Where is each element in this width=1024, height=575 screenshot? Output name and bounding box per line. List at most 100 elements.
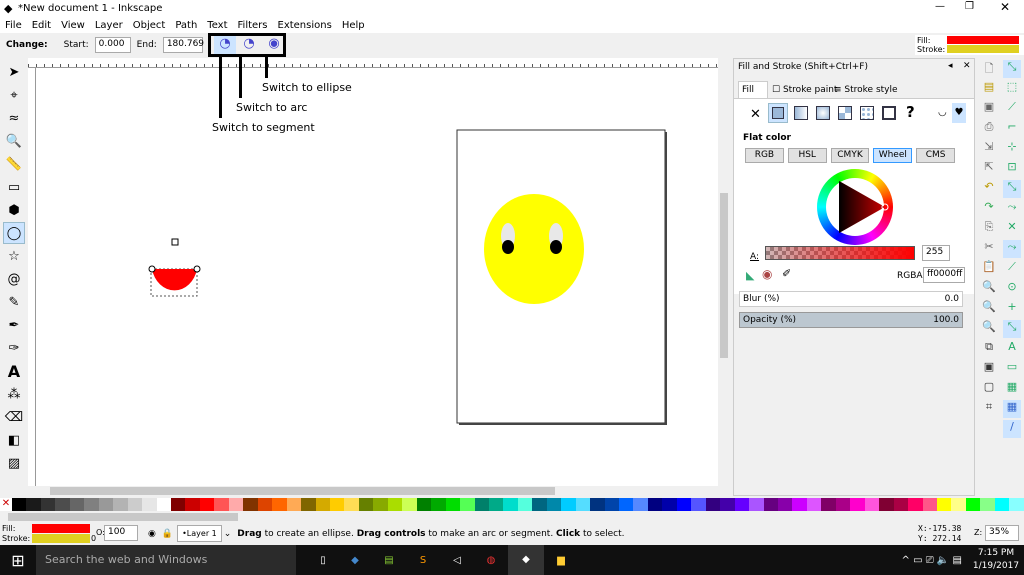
palette-swatch[interactable] [937,498,952,511]
unset-paint-icon[interactable]: ? [906,103,915,121]
zoom-selection-icon[interactable]: 🔍 [980,280,998,298]
palette-swatch[interactable] [619,498,634,511]
fill-swatch[interactable] [947,36,1019,44]
snap-bbox-midpoint-icon[interactable]: ⊹ [1003,140,1021,158]
palette-swatch[interactable] [503,498,518,511]
mode-rgb[interactable]: RGB [745,148,784,163]
palette-swatch[interactable] [590,498,605,511]
menu-edit[interactable]: Edit [27,18,56,33]
palette-swatch[interactable] [474,498,489,511]
dialog-close-icon[interactable]: ✕ [963,61,971,71]
vertical-scroll-thumb[interactable] [720,193,728,358]
tab-stroke-style[interactable]: ≡ Stroke style [832,83,900,97]
3dbox-tool-icon[interactable]: ⬢ [3,199,25,221]
menu-layer[interactable]: Layer [90,18,128,33]
snap-paths-icon[interactable]: ⤳ [1003,200,1021,218]
palette-swatch[interactable] [142,498,157,511]
palette-swatch[interactable] [127,498,143,511]
palette-swatch[interactable] [26,498,41,511]
menu-file[interactable]: File [0,18,27,33]
palette-swatch[interactable] [792,498,807,511]
palette-swatch[interactable] [170,498,186,511]
canvas[interactable] [36,68,718,486]
minimize-button[interactable]: — [935,1,945,12]
snap-grid-icon[interactable]: ▦ [1003,400,1021,418]
palette-swatch[interactable] [431,498,446,511]
palette-swatch[interactable] [416,498,432,511]
color-wheel[interactable] [817,169,893,245]
palette-swatch[interactable] [84,498,99,511]
palette-swatch[interactable] [676,498,692,511]
mode-cmyk[interactable]: CMYK [830,148,870,163]
alpha-input[interactable]: 255 [922,245,950,261]
swatch-icon[interactable] [882,106,896,120]
ellipse-tool-icon[interactable]: ◯ [3,222,25,244]
palette-swatch[interactable] [358,498,374,511]
palette-swatch[interactable] [344,498,359,511]
palette-swatch[interactable] [228,498,244,511]
palette-swatch[interactable] [980,498,995,511]
start-input[interactable]: 0.000 [94,37,131,53]
opacity-input[interactable]: 100 [104,525,138,541]
palette-scrollbar[interactable] [0,512,1024,522]
alpha-slider[interactable] [765,246,915,260]
layer-dropdown[interactable]: •Layer 1 [177,525,222,542]
palette-swatch[interactable] [532,498,547,511]
print-icon[interactable]: ⎙ [980,120,998,138]
palette-swatch[interactable] [69,498,85,511]
ungroup-icon[interactable]: ▢ [980,380,998,398]
undo-icon[interactable]: ↶ [980,180,998,198]
snap-page-grid-icon[interactable]: ▦ [1003,380,1021,398]
palette-swatch[interactable] [272,498,287,511]
palette-swatch[interactable] [561,498,576,511]
gradient-tool-icon[interactable]: ▨ [3,452,25,474]
pattern-icon[interactable] [838,106,852,120]
red-half-ellipse[interactable] [152,269,197,291]
hide-layer-icon[interactable]: ◉ [148,529,156,539]
palette-swatch[interactable] [604,498,620,511]
maximize-button[interactable]: ❐ [965,1,974,12]
ellipse-button[interactable]: ◉ [263,36,285,54]
color-palette[interactable]: ✕ [0,498,1024,511]
palette-swatch[interactable] [749,498,764,511]
snap-smooth-nodes-icon[interactable]: ⤳ [1003,240,1021,258]
palette-swatch[interactable] [575,498,591,511]
snap-bbox-icon[interactable]: ⬚ [1003,80,1021,98]
palette-swatch[interactable] [387,498,403,511]
menu-filters[interactable]: Filters [233,18,273,33]
rgba-input[interactable]: ff0000ff [923,267,965,283]
sublime-icon[interactable]: S [406,555,440,566]
eraser-tool-icon[interactable]: ⌫ [3,406,25,428]
status-fill-swatch[interactable] [32,524,90,533]
xml-editor-icon[interactable]: ⌗ [980,400,998,418]
style-indicator[interactable]: Fill: Stroke: [915,35,1024,55]
mode-wheel[interactable]: Wheel [873,148,913,163]
menu-extensions[interactable]: Extensions [273,18,337,33]
palette-swatch[interactable] [257,498,273,511]
palette-scroll-thumb[interactable] [8,513,238,521]
arc-end-handle[interactable] [193,265,201,273]
menu-path[interactable]: Path [170,18,202,33]
palette-swatch[interactable] [460,498,475,511]
horizontal-scrollbar[interactable] [0,486,730,496]
zoom-drawing-icon[interactable]: 🔍 [980,300,998,318]
eyedropper-icon[interactable]: ✐ [782,267,791,280]
palette-swatch[interactable] [301,498,316,511]
zoom-tool-icon[interactable]: 🔍 [3,130,25,152]
radial-gradient-icon[interactable] [816,106,830,120]
palette-swatch[interactable] [12,498,27,511]
palette-swatch[interactable] [98,498,114,511]
palette-swatch[interactable] [965,498,981,511]
star-tool-icon[interactable]: ☆ [3,245,25,267]
cut-icon[interactable]: ✂ [980,240,998,258]
selector-tool-icon[interactable]: ➤ [3,61,25,83]
left-pupil[interactable] [502,240,514,254]
snap-text-baseline-icon[interactable]: A [1003,340,1021,358]
fill-rule-evenodd-icon[interactable]: ◡ [938,107,947,118]
palette-swatch[interactable] [546,498,562,511]
tab-stroke-paint[interactable]: ☐ Stroke paint [770,83,839,97]
palette-swatch[interactable] [994,498,1010,511]
palette-swatch[interactable] [373,498,388,511]
snap-page-border-icon[interactable]: ▭ [1003,360,1021,378]
menu-help[interactable]: Help [337,18,370,33]
